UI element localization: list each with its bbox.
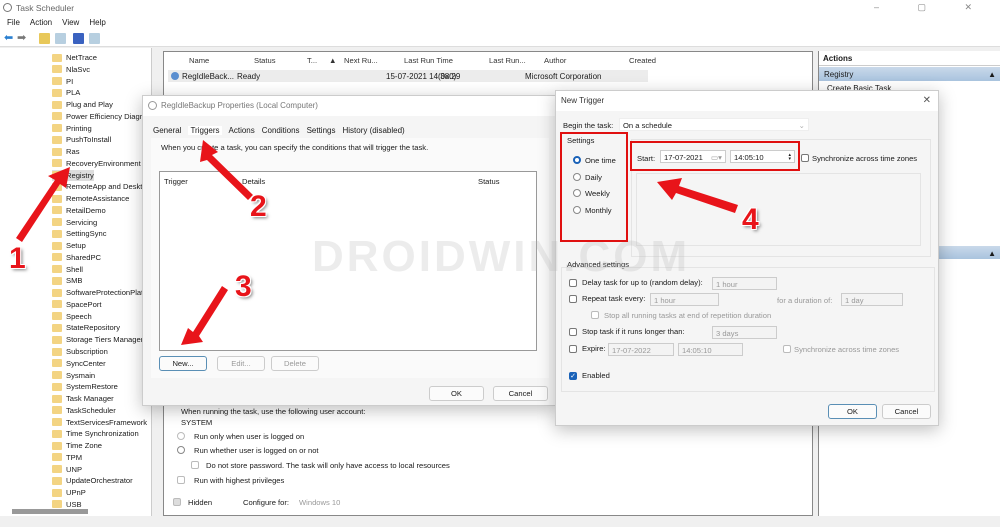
annotation-arrows [16,140,738,345]
arrow-4 [657,178,738,213]
arrow-3 [181,286,228,345]
arrow-1 [16,167,70,242]
annotation-2: 2 [250,190,267,223]
annotation-3: 3 [235,270,252,303]
annotation-1: 1 [9,242,26,275]
annotation-4: 4 [742,203,759,236]
arrow-2 [200,140,253,200]
